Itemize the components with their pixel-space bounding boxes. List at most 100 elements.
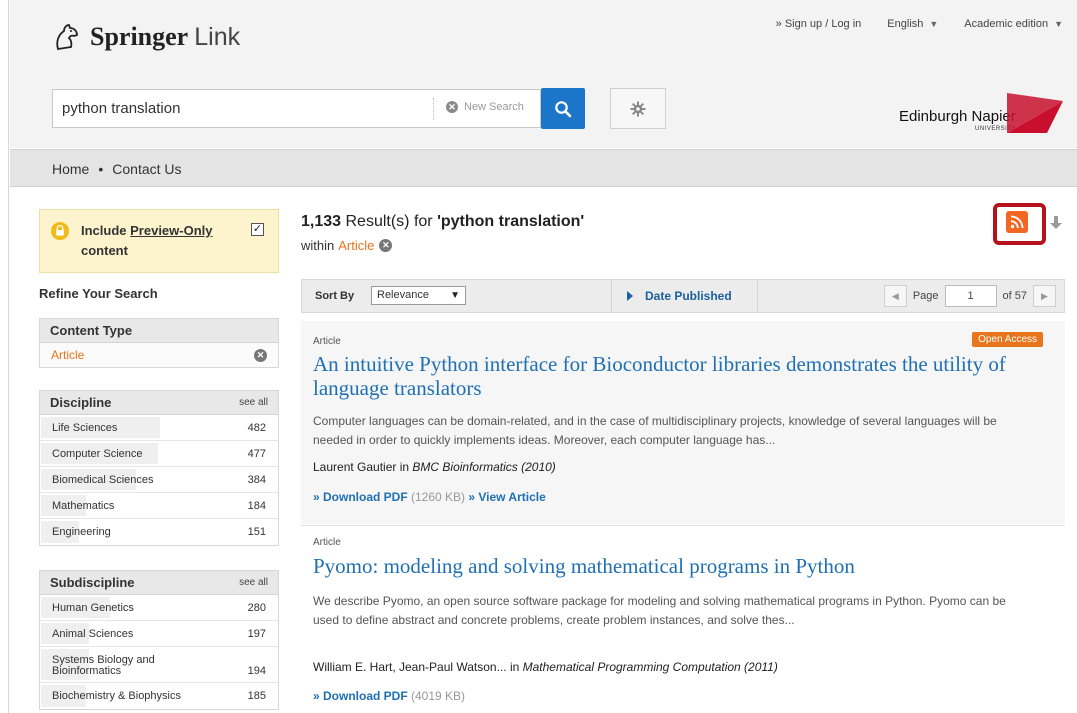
prev-page-button[interactable]: ◀ bbox=[883, 285, 907, 307]
sort-divider bbox=[611, 280, 612, 312]
facet-row-label: Mathematics bbox=[52, 499, 115, 512]
see-all-link[interactable]: see all bbox=[239, 577, 268, 588]
result-journal[interactable]: BMC Bioinformatics (2010) bbox=[412, 460, 555, 474]
sort-selected-value: Relevance bbox=[377, 289, 429, 301]
results-count: 1,133 Result(s) for 'python translation' bbox=[301, 213, 584, 231]
facet-subdiscipline: Subdiscipline see all Human Genetics 280 A… bbox=[39, 570, 279, 710]
horse-logo-icon bbox=[56, 24, 78, 51]
remove-filter-icon[interactable]: ✕ bbox=[254, 348, 267, 362]
facet-row-count: 184 bbox=[247, 499, 266, 512]
search-button[interactable] bbox=[541, 88, 585, 129]
facet-row-label: Engineering bbox=[52, 526, 111, 538]
left-rail bbox=[8, 0, 9, 713]
download-pdf-link[interactable]: » Download PDF bbox=[313, 490, 408, 504]
facet-row[interactable]: Life Sciences 482 bbox=[40, 415, 278, 441]
language-dropdown[interactable]: English ▼ bbox=[887, 18, 938, 30]
top-links: » Sign up / Log in English ▼ Academic edi… bbox=[776, 18, 1063, 30]
see-all-link[interactable]: see all bbox=[239, 397, 268, 408]
brand-springer: Springer bbox=[90, 22, 189, 51]
result-author-names[interactable]: Laurent Gautier in bbox=[313, 460, 412, 474]
date-published-toggle[interactable]: Date Published bbox=[627, 289, 732, 303]
within-value[interactable]: Article bbox=[338, 238, 374, 253]
facet-row-count: 280 bbox=[247, 601, 266, 614]
facet-row[interactable]: Human Genetics 280 bbox=[40, 595, 278, 621]
result-actions: » Download PDF (1260 KB) » View Article bbox=[313, 490, 546, 504]
preview-only-checkbox[interactable]: ✓ bbox=[251, 223, 264, 236]
facet-row-count: 194 bbox=[247, 665, 266, 677]
facet-row[interactable]: Animal Sciences 197 bbox=[40, 621, 278, 647]
facet-row-label: Biochemistry & Biophysics bbox=[52, 690, 181, 702]
pdf-size: (4019 KB) bbox=[407, 689, 466, 703]
edition-dropdown[interactable]: Academic edition ▼ bbox=[964, 18, 1063, 30]
facet-row[interactable]: Mathematics 184 bbox=[40, 493, 278, 519]
clear-icon: ✕ bbox=[446, 101, 458, 113]
next-page-button[interactable]: ▶ bbox=[1033, 285, 1056, 307]
facet-row[interactable]: Computer Science 477 bbox=[40, 441, 278, 467]
facet-row-label: Life Sciences bbox=[52, 421, 118, 434]
download-icon[interactable] bbox=[1050, 213, 1064, 233]
result-authors: Laurent Gautier in BMC Bioinformatics (2… bbox=[313, 460, 556, 474]
chevron-down-icon: ▼ bbox=[1054, 19, 1063, 29]
facet-title: Content Type bbox=[50, 323, 133, 338]
springerlink-logo[interactable]: Springer Link bbox=[52, 22, 240, 52]
result-description: Computer languages can be domain-related… bbox=[313, 414, 997, 447]
result-title[interactable]: An intuitive Python interface for Biocon… bbox=[313, 352, 1033, 400]
signup-login-link[interactable]: » Sign up / Log in bbox=[776, 18, 862, 30]
remove-within-icon[interactable]: ✕ bbox=[379, 239, 393, 252]
brand-link: Link bbox=[194, 22, 241, 51]
chevron-down-icon: ▼ bbox=[450, 290, 460, 301]
result-authors: William E. Hart, Jean-Paul Watson... in … bbox=[313, 660, 778, 674]
sort-by-label: Sort By bbox=[315, 290, 355, 302]
nav-home[interactable]: Home bbox=[52, 161, 89, 177]
facet-row-label: Animal Sciences bbox=[52, 627, 134, 640]
site-header: Springer Link » Sign up / Log in English… bbox=[10, 0, 1077, 148]
results-query: 'python translation' bbox=[437, 213, 585, 230]
lock-icon bbox=[51, 222, 69, 240]
institution-logo: Edinburgh Napier UNIVERSITY bbox=[897, 93, 1063, 137]
facet-row[interactable]: Systems Biology and Bioinformatics 194 bbox=[40, 647, 278, 683]
download-arrow-glyph bbox=[1050, 216, 1062, 229]
facet-row[interactable]: Biochemistry & Biophysics 185 bbox=[40, 683, 278, 709]
result-title[interactable]: Pyomo: modeling and solving mathematical… bbox=[313, 554, 1033, 578]
new-search-button[interactable]: ✕ New Search bbox=[446, 101, 524, 113]
result-item: Article Open Access An intuitive Python … bbox=[301, 321, 1065, 524]
date-published-label: Date Published bbox=[645, 289, 732, 303]
facet-row-count: 477 bbox=[247, 447, 266, 460]
result-type: Article bbox=[313, 537, 341, 548]
active-filter-label: Article bbox=[51, 348, 85, 362]
result-author-names[interactable]: William E. Hart, Jean-Paul Watson... in bbox=[313, 660, 523, 674]
page-total: of 57 bbox=[1002, 290, 1027, 302]
facet-row[interactable]: Biomedical Sciences 384 bbox=[40, 467, 278, 493]
preview-only-link[interactable]: Preview-Only bbox=[130, 223, 212, 238]
within-label: within bbox=[301, 238, 335, 253]
facet-row[interactable]: Engineering 151 bbox=[40, 519, 278, 545]
facet-row-count: 197 bbox=[247, 627, 266, 640]
view-article-link[interactable]: » View Article bbox=[465, 490, 545, 504]
preview-label-content: content bbox=[81, 243, 128, 258]
preview-only-label: Include Preview-Only content bbox=[81, 221, 231, 261]
result-journal[interactable]: Mathematical Programming Computation (20… bbox=[523, 660, 778, 674]
triangle-right-icon bbox=[627, 291, 633, 301]
facet-row-count: 185 bbox=[247, 690, 266, 702]
facet-header: Discipline see all bbox=[40, 391, 278, 415]
padlock-glyph bbox=[56, 224, 64, 236]
preview-only-toggle[interactable]: Include Preview-Only content ✓ bbox=[39, 209, 279, 273]
settings-button[interactable] bbox=[610, 88, 666, 129]
nav-separator: • bbox=[98, 161, 104, 177]
active-filter-article: Article ✕ bbox=[40, 343, 278, 367]
rss-icon[interactable] bbox=[1006, 211, 1028, 233]
facet-header: Content Type bbox=[40, 319, 278, 343]
facet-row-count: 384 bbox=[247, 473, 266, 486]
page-input[interactable]: 1 bbox=[944, 285, 997, 307]
facet-row-label: Human Genetics bbox=[52, 601, 134, 614]
download-pdf-link[interactable]: » Download PDF bbox=[313, 689, 408, 703]
facet-row-count: 151 bbox=[247, 526, 266, 538]
result-description: We describe Pyomo, an open source softwa… bbox=[313, 594, 1006, 627]
results-suffix: Result(s) for bbox=[341, 213, 438, 230]
search-input[interactable] bbox=[53, 90, 431, 127]
nav-contact-us[interactable]: Contact Us bbox=[112, 161, 181, 177]
search-icon bbox=[555, 100, 572, 117]
sort-select[interactable]: Relevance ▼ bbox=[371, 286, 466, 305]
facet-row-label: Systems Biology and Bioinformatics bbox=[52, 654, 155, 677]
facet-title: Discipline bbox=[50, 395, 112, 410]
